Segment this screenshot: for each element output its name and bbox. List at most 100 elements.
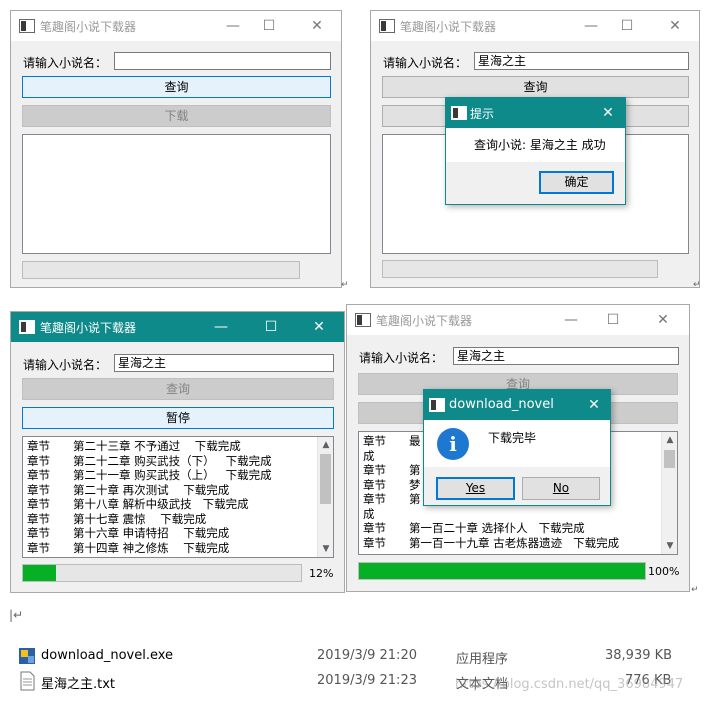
chapter-tag: 章节: [363, 535, 386, 550]
title-bar[interactable]: 笔趣阁小说下载器 — ☐ ✕: [11, 11, 341, 41]
app-icon: [19, 19, 35, 33]
scroll-up-icon[interactable]: ▲: [318, 437, 333, 453]
chapter-status: 第十六章 申请特招 下载完成: [73, 526, 230, 540]
dialog-message: 查询小说: 星海之主 成功: [474, 138, 606, 152]
list-item[interactable]: 章节 第十八章 解析中级武技 下载完成: [23, 497, 333, 512]
list-item[interactable]: 章节 第二十二章 购买武技（下） 下载完成: [23, 454, 333, 469]
dialog-message: 下载完毕: [488, 431, 537, 445]
app-icon: [451, 106, 467, 120]
progress-bar: [22, 261, 300, 279]
novel-name-input[interactable]: 星海之主: [114, 354, 334, 372]
novel-name-input[interactable]: [114, 52, 331, 70]
txt-file-icon: [20, 671, 35, 691]
maximize-icon[interactable]: ☐: [617, 16, 637, 36]
progress-percent: 12%: [309, 567, 334, 580]
dialog-title: 提示: [470, 107, 495, 121]
app-icon: [379, 19, 395, 33]
watermark: https://blog.csdn.net/qq_36984947: [455, 677, 684, 692]
chapter-tag: 章节: [27, 439, 50, 453]
close-icon[interactable]: ✕: [665, 16, 685, 36]
list-item[interactable]: 章节 第十七章 震惊 下载完成: [23, 512, 333, 527]
chapter-tag: 章节: [27, 540, 50, 555]
query-button[interactable]: 查询: [22, 76, 331, 98]
query-button[interactable]: 查询: [382, 76, 689, 98]
title-bar[interactable]: 笔趣阁小说下载器 — ☐ ✕: [371, 11, 699, 41]
title-bar[interactable]: 笔趣阁小说下载器 — ☐ ✕: [11, 312, 344, 342]
list-item[interactable]: 章节 第一百一十九章 古老炼器遗迹 下载完成: [359, 536, 677, 551]
maximize-icon[interactable]: ☐: [261, 317, 281, 337]
scroll-down-icon[interactable]: ▼: [318, 541, 333, 557]
chapter-status: 第一百二十章 选择仆人 下载完成: [409, 521, 585, 535]
maximize-icon[interactable]: ☐: [259, 16, 279, 36]
file-row-exe[interactable]: download_novel.exe 2019/3/9 21:20 应用程序 3…: [18, 646, 698, 668]
chapter-rows: 章节 第二十三章 不予通过 下载完成 章节 第二十二章 购买武技（下） 下载完成 章节第…: [23, 437, 333, 555]
search-label: 请输入小说名：: [383, 56, 468, 70]
scroll-up-icon[interactable]: ▲: [662, 432, 677, 448]
app-icon: [355, 313, 371, 327]
list-item[interactable]: 章节 第二十三章 不予通过 下载完成: [23, 439, 333, 454]
scrollbar[interactable]: ▲ ▼: [317, 437, 333, 557]
download-button[interactable]: 下载: [22, 105, 331, 127]
close-icon[interactable]: ✕: [653, 310, 673, 330]
close-icon[interactable]: ✕: [307, 16, 327, 36]
query-button[interactable]: 查询: [22, 378, 334, 400]
progress-bar: [382, 260, 658, 278]
chapter-status: 第二十三章 不予通过 下载完成: [73, 439, 241, 453]
minimize-icon[interactable]: —: [561, 310, 581, 330]
info-dialog: 提示 ✕ 查询小说: 星海之主 成功 确定: [445, 97, 626, 205]
scroll-down-icon[interactable]: ▼: [662, 538, 677, 554]
list-item[interactable]: 章节 第一百二十章 选择仆人 下载完成: [359, 521, 677, 536]
scrollbar[interactable]: ▲ ▼: [661, 432, 677, 554]
info-icon: i: [437, 428, 469, 460]
progress-bar: [22, 564, 302, 582]
progress-percent: 100%: [648, 565, 680, 578]
list-item[interactable]: 章节 第二十章 再次测试 下载完成: [23, 483, 333, 498]
chapter-status: 第二十章 再次测试 下载完成: [73, 482, 230, 497]
chapter-list[interactable]: [22, 134, 331, 254]
file-name: download_novel.exe: [41, 648, 174, 663]
text-cursor-mark: |↵: [9, 608, 24, 622]
window-1: 笔趣阁小说下载器 — ☐ ✕ 请输入小说名： 查询 下载: [10, 10, 342, 288]
chapter-list[interactable]: 章节 第二十三章 不予通过 下载完成 章节 第二十二章 购买武技（下） 下载完成 章节第…: [22, 436, 334, 558]
list-item[interactable]: 章节 第十六章 申请特招 下载完成: [23, 526, 333, 541]
novel-name-input[interactable]: 星海之主: [474, 52, 689, 70]
chapter-tag: 章节: [363, 434, 386, 448]
chapter-tag: 章节: [27, 468, 50, 482]
window-3: 笔趣阁小说下载器 — ☐ ✕ 请输入小说名： 星海之主 查询 暂停 章节 第二十三…: [10, 311, 345, 593]
window-title: 笔趣阁小说下载器: [40, 20, 137, 34]
yes-button[interactable]: Yes: [436, 477, 515, 500]
window-title: 笔趣阁小说下载器: [376, 314, 473, 328]
dialog-title-bar[interactable]: 提示 ✕: [446, 98, 625, 128]
maximize-icon[interactable]: ☐: [603, 310, 623, 330]
ok-button[interactable]: 确定: [539, 171, 614, 194]
chapter-tag: 章节: [27, 482, 50, 497]
title-bar[interactable]: 笔趣阁小说下载器 — ☐ ✕: [347, 305, 689, 335]
no-button[interactable]: No: [522, 477, 600, 500]
close-icon[interactable]: ✕: [309, 317, 329, 337]
scroll-thumb[interactable]: [320, 454, 331, 504]
file-type: 应用程序: [456, 652, 509, 667]
list-item[interactable]: 成: [359, 507, 677, 522]
chapter-tag: 章节: [27, 453, 50, 468]
close-icon[interactable]: ✕: [584, 395, 604, 415]
dialog-title-bar[interactable]: download_novel ✕: [424, 390, 610, 420]
dialog-title: download_novel: [449, 397, 554, 412]
list-item[interactable]: 章节 第十四章 神之修炼 下载完成: [23, 541, 333, 556]
minimize-icon[interactable]: —: [581, 16, 601, 36]
novel-name-input[interactable]: 星海之主: [453, 347, 679, 365]
pause-button[interactable]: 暂停: [22, 407, 334, 429]
scroll-thumb[interactable]: [664, 450, 675, 468]
progress-fill: [23, 565, 57, 581]
chapter-status: 第十八章 解析中级武技 下载完成: [73, 497, 249, 511]
chapter-tag: 章节: [27, 497, 50, 511]
chapter-status: 第十七章 震惊 下载完成: [73, 511, 207, 526]
minimize-icon[interactable]: —: [211, 317, 231, 337]
paragraph-mark: ↵: [341, 280, 349, 290]
chapter-tag: 章节: [363, 477, 386, 492]
progress-bar: [358, 562, 646, 580]
chapter-status: 第十四章 神之修炼 下载完成: [73, 540, 230, 555]
paragraph-mark: ↵: [693, 280, 701, 290]
close-icon[interactable]: ✕: [598, 103, 618, 123]
list-item[interactable]: 章节 第二十一章 购买武技（上） 下载完成: [23, 468, 333, 483]
minimize-icon[interactable]: —: [223, 16, 243, 36]
